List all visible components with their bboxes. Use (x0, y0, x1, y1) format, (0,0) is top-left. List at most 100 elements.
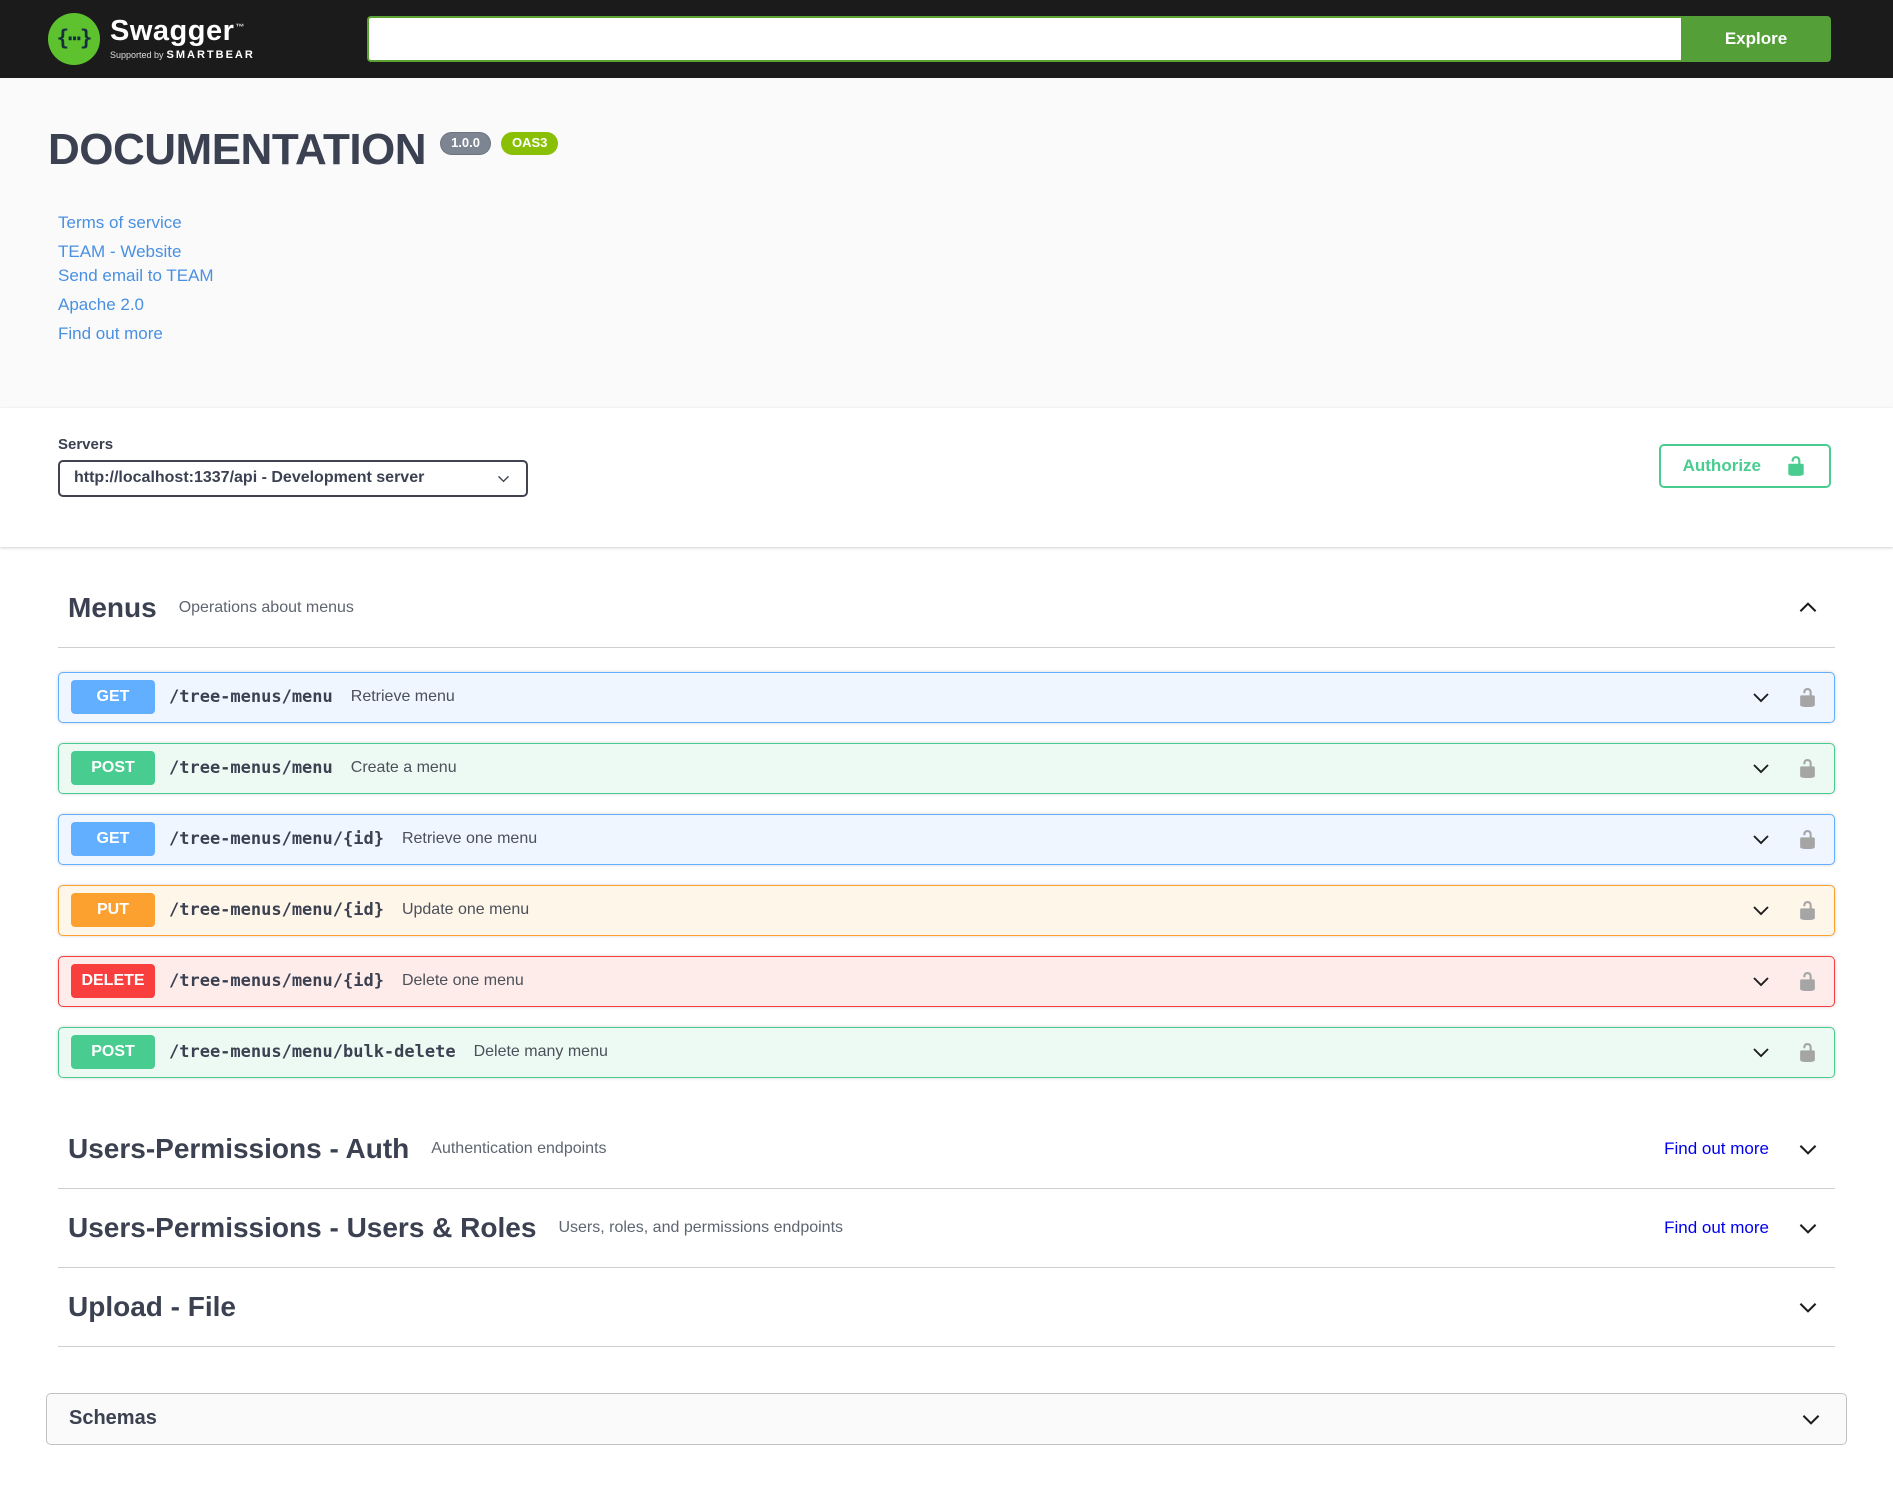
tag-title-menus: Menus (68, 591, 157, 623)
explore-button[interactable]: Explore (1681, 16, 1831, 62)
endpoint-path: /tree-menus/menu/bulk-delete (169, 1042, 456, 1063)
tag-title-upload-file: Upload - File (68, 1290, 236, 1322)
schemas-title: Schemas (69, 1407, 157, 1430)
servers-block: Servers http://localhost:1337/api - Deve… (58, 436, 528, 497)
method-badge-post: POST (71, 1035, 155, 1070)
tag-header-menus[interactable]: Menus Operations about menus (58, 569, 1835, 648)
tag-section-users-permissions-users-roles: Users-Permissions - Users & Roles Users,… (58, 1189, 1835, 1268)
endpoint-row-put-menu-id[interactable]: PUT /tree-menus/menu/{id} Update one men… (58, 884, 1835, 936)
tag-header-right: Find out more (1664, 1215, 1821, 1241)
tag-header-right (1795, 595, 1821, 621)
tag-description-users-permissions-auth: Authentication endpoints (431, 1139, 607, 1157)
title-row: DOCUMENTATION 1.0.0 OAS3 (48, 124, 1845, 177)
endpoint-controls (1749, 827, 1834, 851)
endpoint-summary: Update one menu (401, 901, 530, 919)
endpoint-summary: Retrieve one menu (401, 830, 538, 848)
expand-chevron-down-icon[interactable] (1749, 685, 1773, 709)
endpoint-controls (1749, 969, 1834, 993)
authorize-label: Authorize (1682, 456, 1761, 476)
trademark-symbol: ™ (235, 22, 245, 32)
tag-header-right (1795, 1294, 1821, 1320)
tag-header-users-permissions-users-roles[interactable]: Users-Permissions - Users & Roles Users,… (58, 1189, 1835, 1268)
menus-operations: GET /tree-menus/menu Retrieve menu POST … (58, 648, 1835, 1110)
schemas-section: Schemas (0, 1392, 1893, 1445)
endpoint-row-get-menu[interactable]: GET /tree-menus/menu Retrieve menu (58, 671, 1835, 723)
expand-chevron-down-icon[interactable] (1795, 1294, 1821, 1320)
tag-description-menus: Operations about menus (178, 598, 354, 616)
servers-select[interactable]: http://localhost:1337/api - Development … (58, 459, 528, 497)
auth-lock-icon[interactable] (1797, 829, 1818, 850)
endpoint-controls (1749, 756, 1834, 780)
endpoint-summary: Retrieve menu (350, 688, 455, 706)
tag-title-users-permissions-auth: Users-Permissions - Auth (68, 1132, 410, 1164)
license-link[interactable]: Apache 2.0 (58, 295, 144, 315)
tag-header-upload-file[interactable]: Upload - File (58, 1268, 1835, 1347)
swagger-logo-link[interactable]: {⋯} Swagger™ Supported by SMARTBEAR (48, 13, 255, 65)
auth-lock-icon[interactable] (1797, 1042, 1818, 1063)
external-docs-link[interactable]: Find out more (58, 324, 163, 344)
smartbear-wordmark: SMARTBEAR (166, 49, 255, 61)
endpoint-controls (1749, 685, 1834, 709)
badges: 1.0.0 OAS3 (440, 132, 559, 155)
brand-name: Swagger (110, 15, 235, 47)
swagger-logo-icon: {⋯} (48, 13, 100, 65)
tag-section-menus: Menus Operations about menus GET /tree-m… (58, 569, 1835, 1110)
method-badge-put: PUT (71, 893, 155, 928)
tag-header-users-permissions-auth[interactable]: Users-Permissions - Auth Authentication … (58, 1110, 1835, 1189)
endpoint-summary: Create a menu (350, 759, 457, 777)
api-info-section: DOCUMENTATION 1.0.0 OAS3 Terms of servic… (0, 78, 1893, 408)
method-badge-delete: DELETE (71, 964, 155, 999)
info-links: Terms of service TEAM - Website Send ema… (48, 213, 1845, 344)
servers-selected-option: http://localhost:1337/api - Development … (74, 469, 425, 487)
brand-text: Swagger™ Supported by SMARTBEAR (110, 17, 255, 61)
page-title: DOCUMENTATION (48, 125, 427, 174)
schemas-toggle[interactable]: Schemas (46, 1392, 1847, 1445)
endpoint-summary: Delete many menu (473, 1043, 608, 1061)
tag-section-upload-file: Upload - File (58, 1268, 1835, 1347)
expand-chevron-down-icon[interactable] (1749, 756, 1773, 780)
brand-subtitle: Supported by SMARTBEAR (110, 49, 255, 61)
endpoint-path: /tree-menus/menu (169, 687, 333, 708)
send-email-link[interactable]: Send email to TEAM (58, 266, 214, 286)
endpoint-controls (1749, 898, 1834, 922)
tag-description-users-permissions-users-roles: Users, roles, and permissions endpoints (558, 1218, 844, 1236)
operations-list: Menus Operations about menus GET /tree-m… (0, 569, 1893, 1347)
auth-lock-icon[interactable] (1797, 758, 1818, 779)
endpoint-path: /tree-menus/menu/{id} (169, 971, 384, 992)
team-website-link[interactable]: TEAM - Website (58, 242, 181, 262)
unlock-icon (1785, 455, 1807, 477)
auth-lock-icon[interactable] (1797, 900, 1818, 921)
endpoint-row-post-bulk-delete[interactable]: POST /tree-menus/menu/bulk-delete Delete… (58, 1026, 1835, 1078)
tag-section-users-permissions-auth: Users-Permissions - Auth Authentication … (58, 1110, 1835, 1189)
endpoint-row-post-menu[interactable]: POST /tree-menus/menu Create a menu (58, 742, 1835, 794)
method-badge-post: POST (71, 751, 155, 786)
auth-lock-icon[interactable] (1797, 971, 1818, 992)
tag-header-right: Find out more (1664, 1136, 1821, 1162)
tag-title-users-permissions-users-roles: Users-Permissions - Users & Roles (68, 1211, 537, 1243)
endpoint-row-delete-menu-id[interactable]: DELETE /tree-menus/menu/{id} Delete one … (58, 955, 1835, 1007)
expand-chevron-down-icon[interactable] (1749, 969, 1773, 993)
endpoint-controls (1749, 1040, 1834, 1064)
expand-chevron-down-icon[interactable] (1795, 1215, 1821, 1241)
expand-chevron-down-icon[interactable] (1749, 827, 1773, 851)
endpoint-row-get-menu-id[interactable]: GET /tree-menus/menu/{id} Retrieve one m… (58, 813, 1835, 865)
authorize-button[interactable]: Authorize (1658, 444, 1831, 489)
oas3-badge: OAS3 (500, 132, 559, 155)
expand-chevron-down-icon[interactable] (1798, 1406, 1824, 1432)
swagger-braces-glyph: {⋯} (56, 25, 93, 50)
expand-chevron-down-icon[interactable] (1795, 1136, 1821, 1162)
expand-chevron-down-icon[interactable] (1749, 898, 1773, 922)
endpoint-summary: Delete one menu (401, 972, 524, 990)
version-badge: 1.0.0 (440, 132, 491, 155)
spec-url-input[interactable] (366, 16, 1681, 62)
find-out-more-link[interactable]: Find out more (1664, 1139, 1769, 1159)
auth-lock-icon[interactable] (1797, 687, 1818, 708)
method-badge-get: GET (71, 822, 155, 857)
collapse-chevron-up-icon[interactable] (1795, 595, 1821, 621)
find-out-more-link[interactable]: Find out more (1664, 1218, 1769, 1238)
method-badge-get: GET (71, 680, 155, 715)
terms-of-service-link[interactable]: Terms of service (58, 213, 182, 233)
expand-chevron-down-icon[interactable] (1749, 1040, 1773, 1064)
servers-label: Servers (58, 435, 114, 453)
select-chevron-down-icon (495, 470, 512, 487)
